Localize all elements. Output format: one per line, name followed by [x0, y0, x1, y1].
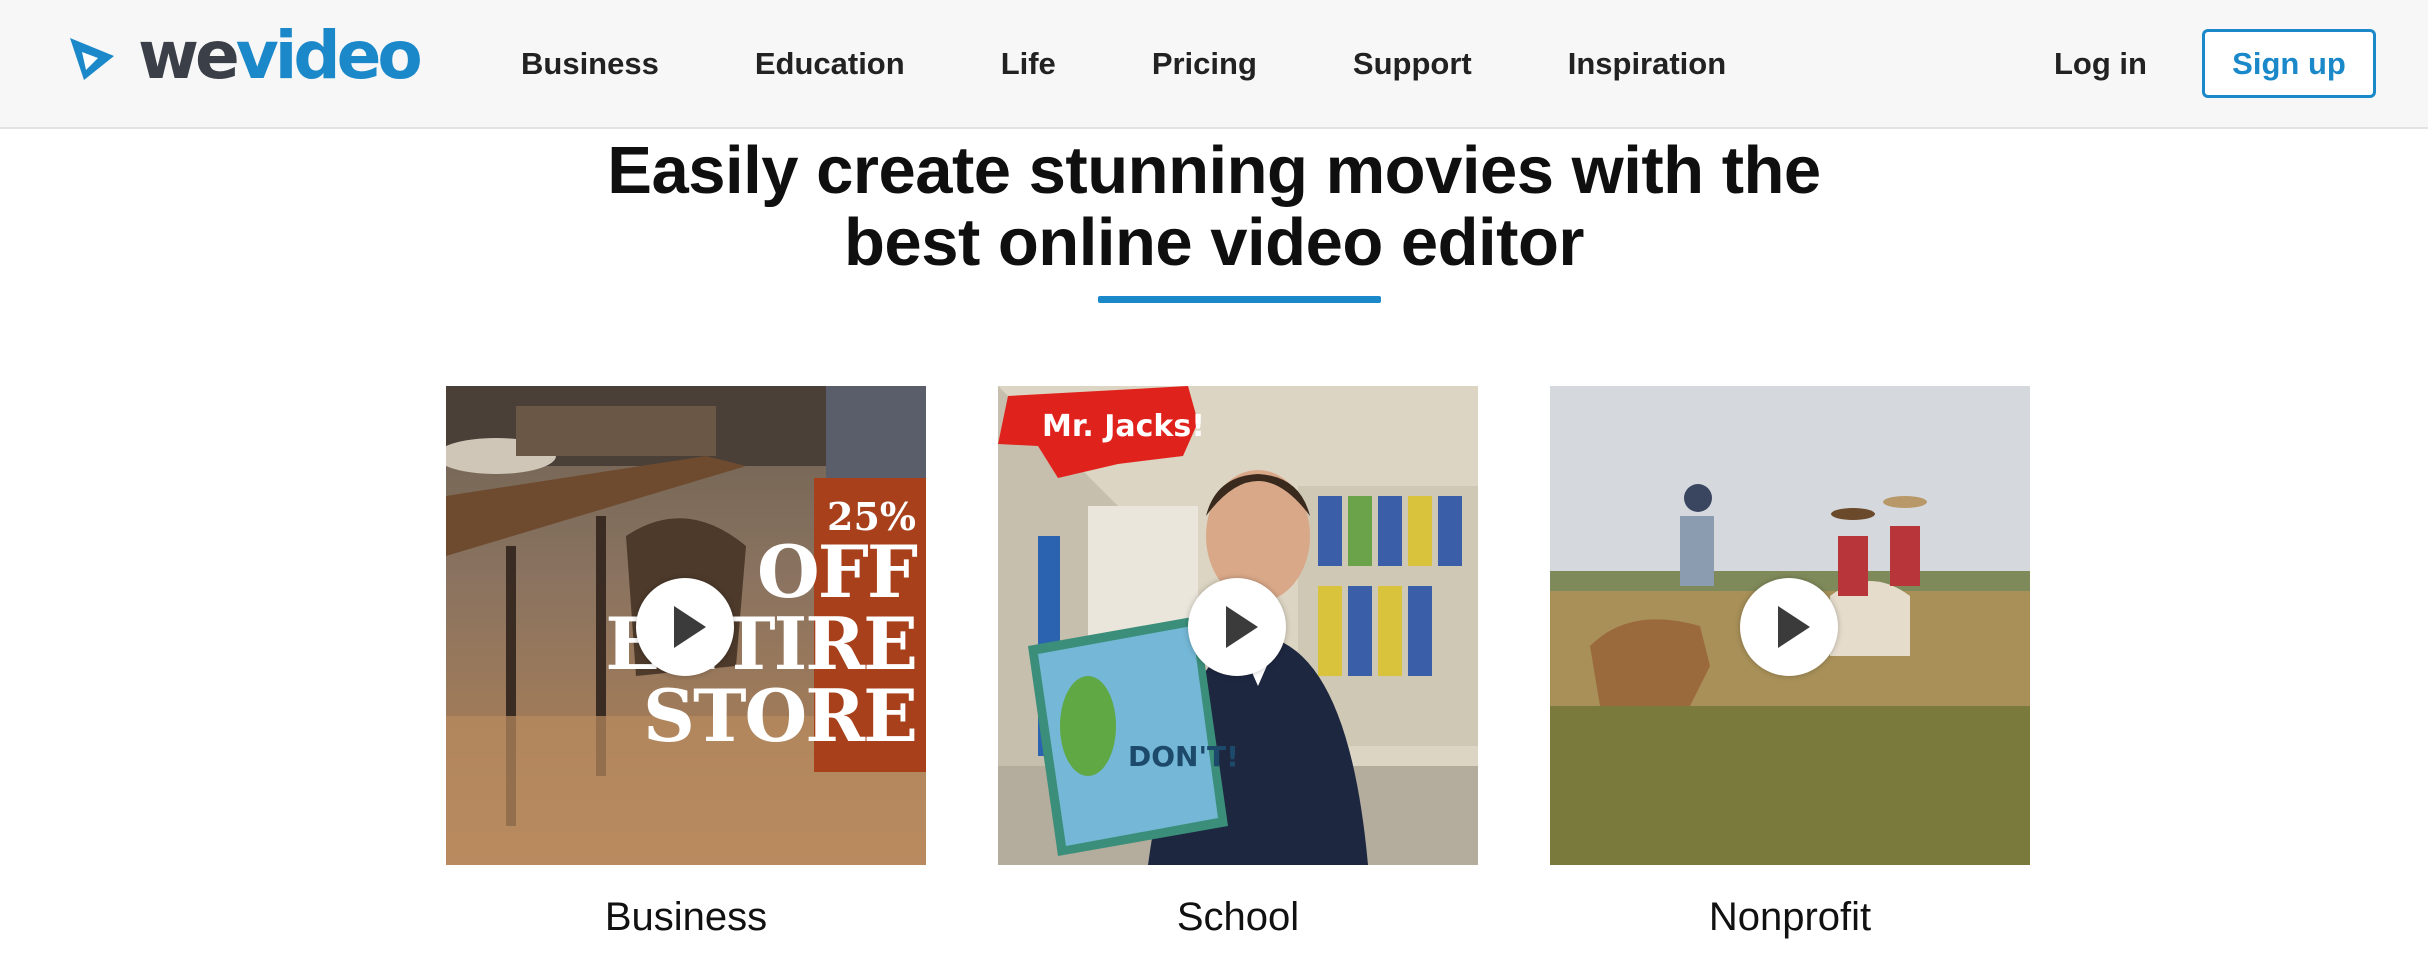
card-label-nonprofit[interactable]: Nonprofit [1550, 892, 2030, 942]
hero-title-line-2: best online video editor [844, 205, 1584, 280]
nav-education[interactable]: Education [755, 40, 905, 88]
nav-support[interactable]: Support [1353, 40, 1472, 88]
wevideo-logo[interactable]: wevideo [68, 18, 423, 94]
hero-title-line-1: Easily create stunning movies with the [607, 133, 1821, 208]
card-label-business[interactable]: Business [446, 892, 926, 942]
play-button[interactable] [636, 578, 734, 676]
card-school[interactable]: DON'T! Mr. Jacks! School [998, 386, 1478, 939]
banner-text: Mr. Jacks! [1042, 409, 1205, 444]
hero-underline [1098, 296, 1381, 303]
play-icon [1226, 606, 1258, 648]
logo-wordmark: wevideo [138, 23, 423, 89]
logo-we: we [138, 17, 240, 94]
signup-button[interactable]: Sign up [2202, 29, 2376, 98]
nonprofit-video-thumbnail[interactable] [1550, 386, 2030, 865]
school-video-thumbnail[interactable]: DON'T! Mr. Jacks! [998, 386, 1478, 865]
nav-life[interactable]: Life [1001, 40, 1056, 88]
nav-business[interactable]: Business [521, 40, 659, 88]
login-link[interactable]: Log in [2054, 40, 2147, 88]
card-label-school[interactable]: School [998, 892, 1478, 942]
logo-play-icon [70, 38, 114, 80]
site-header: wevideo Business Education Life Pricing … [0, 0, 2428, 129]
business-video-thumbnail[interactable]: 25% OFF ENTIRE STORE [446, 386, 926, 865]
nav-inspiration[interactable]: Inspiration [1568, 40, 1726, 88]
play-icon [674, 606, 706, 648]
card-nonprofit[interactable]: Nonprofit [1550, 386, 2030, 939]
nav-pricing[interactable]: Pricing [1152, 40, 1257, 88]
sale-line-3: STORE [642, 673, 918, 758]
play-button[interactable] [1740, 578, 1838, 676]
card-business[interactable]: 25% OFF ENTIRE STORE Business [446, 386, 926, 939]
book-title: DON'T! [1128, 740, 1239, 773]
play-button[interactable] [1188, 578, 1286, 676]
main-nav: Business Education Life Pricing Support … [521, 40, 1726, 88]
logo-video: video [235, 17, 423, 94]
play-icon [1778, 606, 1810, 648]
hero-heading: Easily create stunning movies with the b… [0, 135, 2428, 279]
